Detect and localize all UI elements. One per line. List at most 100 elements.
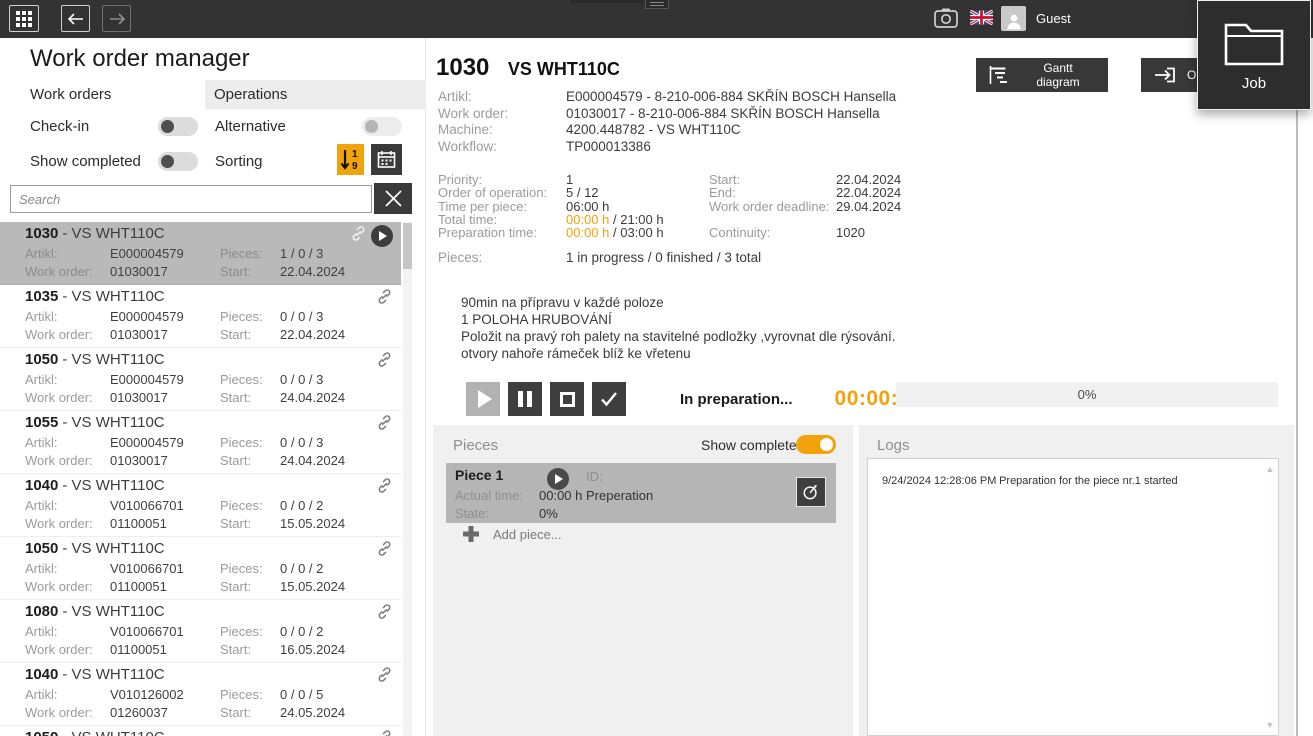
logs-scrollbar[interactable]: ▲ ▼: [1263, 460, 1277, 734]
detail-panel: 1030 VS WHT110C Gantt diagram Open c Art…: [427, 38, 1313, 736]
pause-button[interactable]: [508, 382, 542, 416]
pieces-panel: Pieces Show completed Piece 1 ID: Actual…: [433, 425, 853, 736]
job-flyout-tile[interactable]: Job: [1197, 0, 1311, 110]
back-button[interactable]: [61, 5, 90, 32]
pieces-summary-value: 1 in progress / 0 finished / 3 total: [566, 250, 761, 265]
work-order-item-pieces: 0 / 0 / 3: [280, 309, 323, 324]
sidebar: Work order manager Work orders Operation…: [0, 38, 426, 736]
sorting-label: Sorting: [215, 153, 263, 170]
work-order-item-title: 1035- VS WHT110C: [25, 288, 165, 305]
forward-button[interactable]: [102, 5, 131, 32]
top-bar: Guest: [0, 0, 1313, 38]
alternative-label: Alternative: [215, 118, 286, 135]
show-completed-toggle[interactable]: [158, 152, 198, 171]
work-order-item-title: 1040- VS WHT110C: [25, 477, 165, 494]
add-piece-button[interactable]: Add piece...: [461, 524, 562, 544]
topbar-strip: [570, 0, 644, 3]
work-order-item-artikl: V010066701: [110, 561, 184, 576]
sidebar-scrollbar-thumb[interactable]: [403, 223, 412, 269]
note-line: Položit na pravý roh palety na staviteln…: [461, 328, 895, 345]
work-order-list-item[interactable]: 1040- VS WHT110C Artikl: V0: [0, 474, 401, 537]
work-order-item-title: 1040- VS WHT110C: [25, 666, 165, 683]
log-entry: 9/24/2024 12:28:06 PM Preparation for th…: [882, 475, 1278, 487]
job-flyout-label: Job: [1242, 75, 1266, 92]
piece-actual-time: 00:00 h: [539, 488, 582, 503]
tab-operations[interactable]: Operations: [205, 80, 426, 109]
work-order-item-pieces: 0 / 0 / 3: [280, 372, 323, 387]
piece-card[interactable]: Piece 1 ID: Actual time: 00:00 h Prepera…: [446, 463, 836, 523]
gantt-diagram-button[interactable]: Gantt diagram: [976, 58, 1108, 92]
work-order-item-number: 01100051: [110, 642, 167, 657]
sort-1-9-icon: 1 9: [340, 148, 361, 172]
play-button[interactable]: [466, 382, 500, 416]
work-order-item-number: 01030017: [110, 390, 168, 405]
sidebar-scrollbar[interactable]: [403, 222, 412, 736]
workflow-value: TP000013386: [566, 139, 651, 154]
plus-icon: [461, 524, 481, 544]
work-order-list-item[interactable]: 1030- VS WHT110C Artikl: E0: [0, 222, 401, 285]
finish-check-button[interactable]: [592, 382, 626, 416]
piece-gauge-button[interactable]: [796, 477, 826, 507]
piece-play-icon[interactable]: [547, 468, 569, 490]
checkin-toggle[interactable]: [158, 117, 198, 136]
work-order-item-pieces: 0 / 0 / 2: [280, 498, 323, 513]
work-order-item-artikl: E000004579: [110, 372, 184, 387]
work-order-item-pieces: 0 / 0 / 3: [280, 435, 323, 450]
work-order-item-artikl: E000004579: [110, 246, 184, 261]
pieces-panel-title: Pieces: [453, 437, 498, 454]
open-external-icon: [1153, 64, 1177, 86]
tab-work-orders[interactable]: Work orders: [0, 80, 205, 109]
back-arrow-icon: [68, 13, 84, 25]
work-order-list-item[interactable]: 1050- VS WHT110C Artikl:: [0, 726, 401, 736]
stop-button[interactable]: [550, 382, 584, 416]
sort-order-button[interactable]: 1 9: [337, 144, 364, 175]
work-order-item-number: 01030017: [110, 264, 168, 279]
user-menu[interactable]: Guest: [1001, 6, 1071, 31]
log-entries: 9/24/2024 12:28:06 PM Preparation for th…: [868, 475, 1278, 487]
scroll-up-icon[interactable]: ▲: [1263, 462, 1277, 476]
work-order-list-item[interactable]: 1080- VS WHT110C Artikl: V0: [0, 600, 401, 663]
work-order-list-item[interactable]: 1035- VS WHT110C Artikl: E0: [0, 285, 401, 348]
work-order-list: 1030- VS WHT110C Artikl: E0: [0, 222, 401, 736]
apps-grid-button[interactable]: [9, 5, 39, 32]
search-input[interactable]: [10, 185, 372, 213]
work-order-value: 01030017 - 8-210-006-884 SKŘÍN BOSCH Han…: [566, 106, 880, 121]
work-order-item-title: 1080- VS WHT110C: [25, 603, 165, 620]
camera-icon: [933, 6, 959, 30]
work-order-item-pieces: 0 / 0 / 2: [280, 624, 323, 639]
alternative-toggle[interactable]: [362, 117, 402, 136]
deadline-value: 29.04.2024: [836, 199, 901, 214]
work-order-list-item[interactable]: 1040- VS WHT110C Artikl: V0: [0, 663, 401, 726]
detail-fields-top: Artikl:E000004579 - 8-210-006-884 SKŘÍN …: [438, 89, 896, 155]
pieces-summary: Pieces:1 in progress / 0 finished / 3 to…: [438, 250, 761, 265]
work-order-item-start: 22.04.2024: [280, 327, 345, 342]
main-scrollbar[interactable]: [1296, 38, 1298, 736]
machine-value: 4200.448782 - VS WHT110C: [566, 122, 741, 137]
checkin-label: Check-in: [30, 118, 89, 135]
work-order-list-item[interactable]: 1050- VS WHT110C Artikl: E0: [0, 348, 401, 411]
work-order-item-number: 01260037: [110, 705, 168, 720]
work-order-item-artikl: V010066701: [110, 624, 184, 639]
user-name: Guest: [1036, 11, 1071, 26]
work-order-item-start: 24.04.2024: [280, 453, 345, 468]
clear-search-button[interactable]: [374, 183, 412, 214]
window-drag-handle[interactable]: [645, 0, 669, 9]
work-order-list-item[interactable]: 1050- VS WHT110C Artikl: V0: [0, 537, 401, 600]
link-icon: [376, 351, 393, 373]
work-order-item-pieces: 0 / 0 / 2: [280, 561, 323, 576]
link-icon: [376, 603, 393, 625]
logs-box: 9/24/2024 12:28:06 PM Preparation for th…: [867, 458, 1279, 736]
play-circle-icon[interactable]: [371, 225, 393, 247]
work-order-item-number: 01030017: [110, 327, 168, 342]
scroll-down-icon[interactable]: ▼: [1263, 718, 1277, 732]
gantt-icon: [988, 65, 1010, 85]
camera-button[interactable]: [933, 6, 959, 33]
work-order-list-item[interactable]: 1055- VS WHT110C Artikl: E0: [0, 411, 401, 474]
forward-arrow-icon: [109, 13, 125, 25]
work-order-item-pieces: 0 / 0 / 5: [280, 687, 323, 702]
operation-notes: 90min na přípravu v každé poloze 1 POLOH…: [461, 294, 895, 362]
language-flag-button[interactable]: [970, 10, 993, 28]
pieces-show-completed-toggle[interactable]: [796, 435, 836, 454]
work-order-item-title: 1050- VS WHT110C: [25, 729, 165, 736]
calendar-button[interactable]: [371, 144, 402, 175]
